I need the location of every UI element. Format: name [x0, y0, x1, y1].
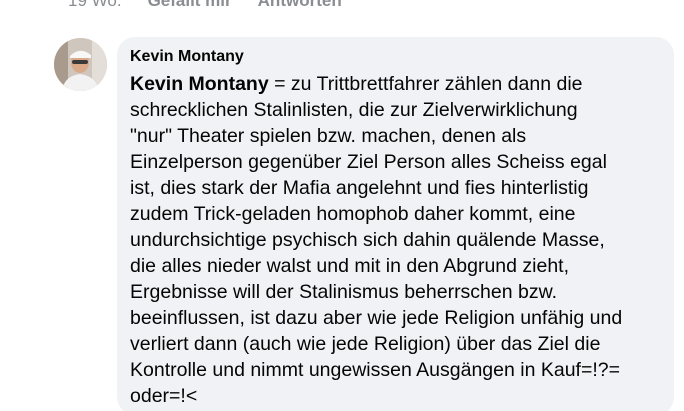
comment-timestamp[interactable]: 19 Wo.: [68, 0, 122, 11]
comment-author-name[interactable]: Kevin Montany: [130, 47, 660, 67]
avatar[interactable]: [54, 38, 107, 91]
comment-bubble: Kevin Montany Kevin Montany = zu Trittbr…: [117, 37, 674, 411]
previous-comment-actions: 19 Wo. Gefällt mir Antworten: [68, 0, 342, 11]
comment-body-text: = zu Trittbrettfahrer zählen dann die sc…: [130, 73, 623, 407]
profile-photo-icon: [54, 38, 107, 91]
comment-thread: 19 Wo. Gefällt mir Antworten Kevin Monta…: [0, 0, 684, 411]
comment-body: Kevin Montany = zu Trittbrettfahrer zähl…: [130, 71, 660, 409]
mention-link[interactable]: Kevin Montany: [130, 73, 269, 95]
reply-link[interactable]: Antworten: [258, 0, 342, 11]
like-link[interactable]: Gefällt mir: [148, 0, 232, 11]
